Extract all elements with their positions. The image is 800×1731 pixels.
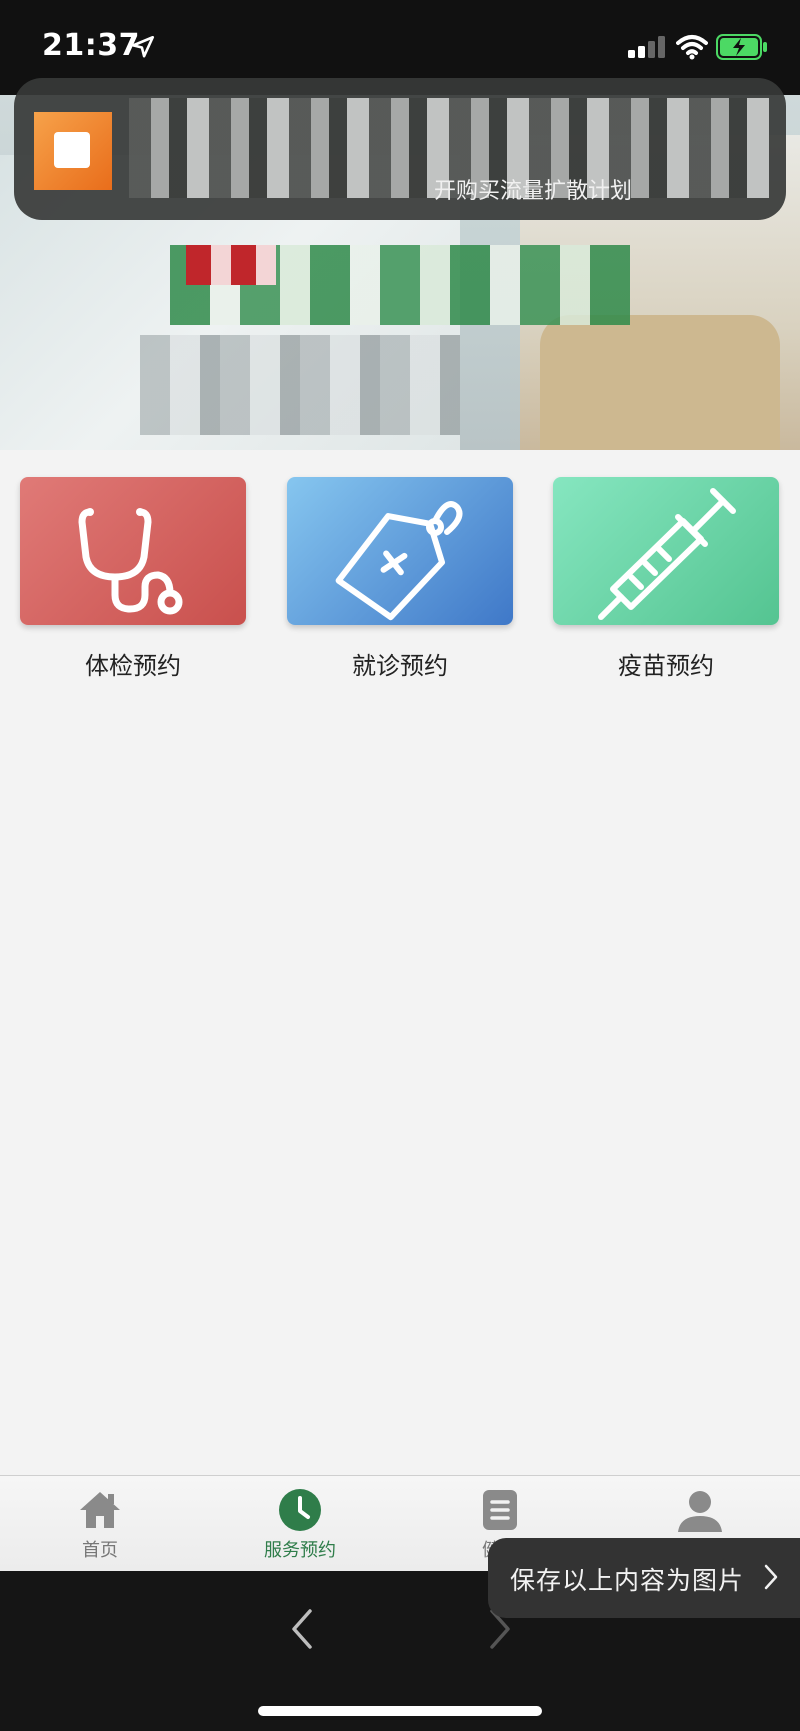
medical-tag-icon [335, 501, 463, 621]
banner-pixelated-subtitle [140, 335, 460, 435]
services-panel: 体检预约 就诊预约 疫苗预约 [0, 450, 800, 1475]
chevron-right-icon [764, 1564, 778, 1590]
tab-service-booking[interactable]: 服务预约 [200, 1476, 400, 1572]
vaccine-booking-label[interactable]: 疫苗预约 [553, 646, 779, 681]
notification-app-icon [34, 112, 112, 190]
physical-exam-booking-label[interactable]: 体检预约 [20, 646, 246, 681]
screen: 21:37 开购买流量扩散计划 体检预约 就诊预约 疫苗预约 首页 服务预约 保… [0, 0, 800, 1731]
status-time: 21:37 [42, 28, 140, 63]
clock-icon [279, 1489, 321, 1531]
clinic-visit-booking-label[interactable]: 就诊预约 [287, 646, 513, 681]
wifi-icon [676, 35, 708, 60]
user-icon [678, 1491, 722, 1532]
tab-home-label: 首页 [82, 1540, 118, 1561]
back-arrow-icon[interactable] [280, 1601, 324, 1657]
clinic-visit-booking-button[interactable] [287, 477, 513, 625]
tab-home[interactable]: 首页 [0, 1476, 200, 1572]
vaccine-booking-button[interactable] [553, 477, 779, 625]
tab-service-booking-label: 服务预约 [264, 1540, 336, 1561]
banner-pixelated-logo [186, 245, 276, 285]
location-arrow-icon [131, 35, 155, 58]
save-as-image-label: 保存以上内容为图片 [510, 1566, 745, 1595]
push-notification[interactable]: 开购买流量扩散计划 [14, 78, 786, 220]
physical-exam-booking-button[interactable] [20, 477, 246, 625]
save-as-image-button[interactable]: 保存以上内容为图片 [488, 1538, 800, 1618]
battery-charging-icon [716, 34, 767, 60]
document-icon [483, 1490, 517, 1530]
cellular-signal-icon [628, 36, 665, 58]
syringe-icon [598, 488, 736, 620]
notification-text: 开购买流量扩散计划 [434, 179, 633, 204]
home-icon [80, 1492, 120, 1528]
home-indicator[interactable] [258, 1706, 542, 1716]
banner-figure [540, 315, 780, 450]
stethoscope-icon [78, 508, 183, 615]
